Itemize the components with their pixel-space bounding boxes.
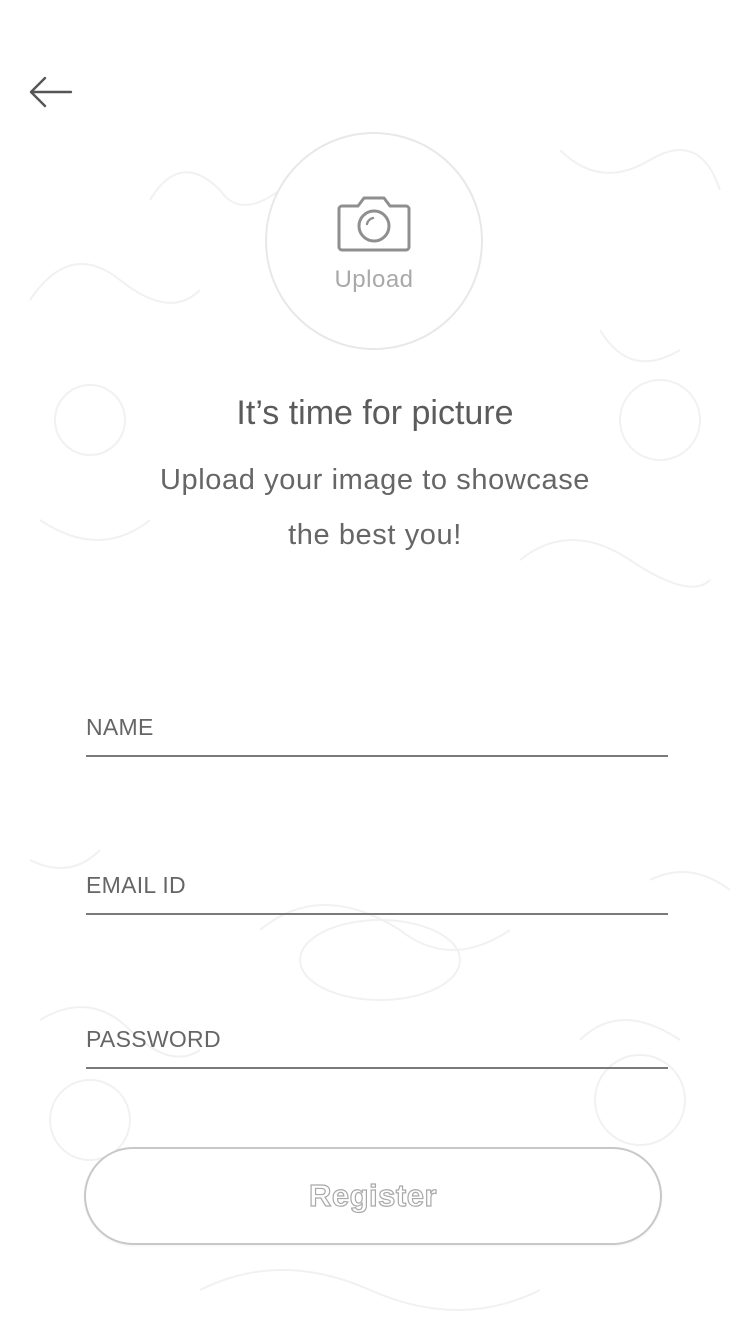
email-field-container [86, 872, 668, 915]
subtitle-line-2: the best you! [288, 519, 462, 551]
subtitle-line-1: Upload your image to showcase [159, 464, 591, 496]
email-input[interactable] [86, 872, 668, 913]
back-button[interactable] [22, 66, 78, 118]
upload-label: Upload [334, 266, 414, 293]
name-field-container [86, 714, 668, 757]
password-input[interactable] [86, 1026, 668, 1067]
page-title: It’s time for picture [236, 394, 514, 432]
name-input[interactable] [86, 714, 668, 755]
arrow-left-icon [29, 76, 73, 108]
password-field-container [86, 1026, 668, 1069]
register-button[interactable]: Register [84, 1147, 662, 1245]
upload-photo-button[interactable]: Upload [265, 132, 483, 350]
camera-icon [337, 196, 411, 252]
